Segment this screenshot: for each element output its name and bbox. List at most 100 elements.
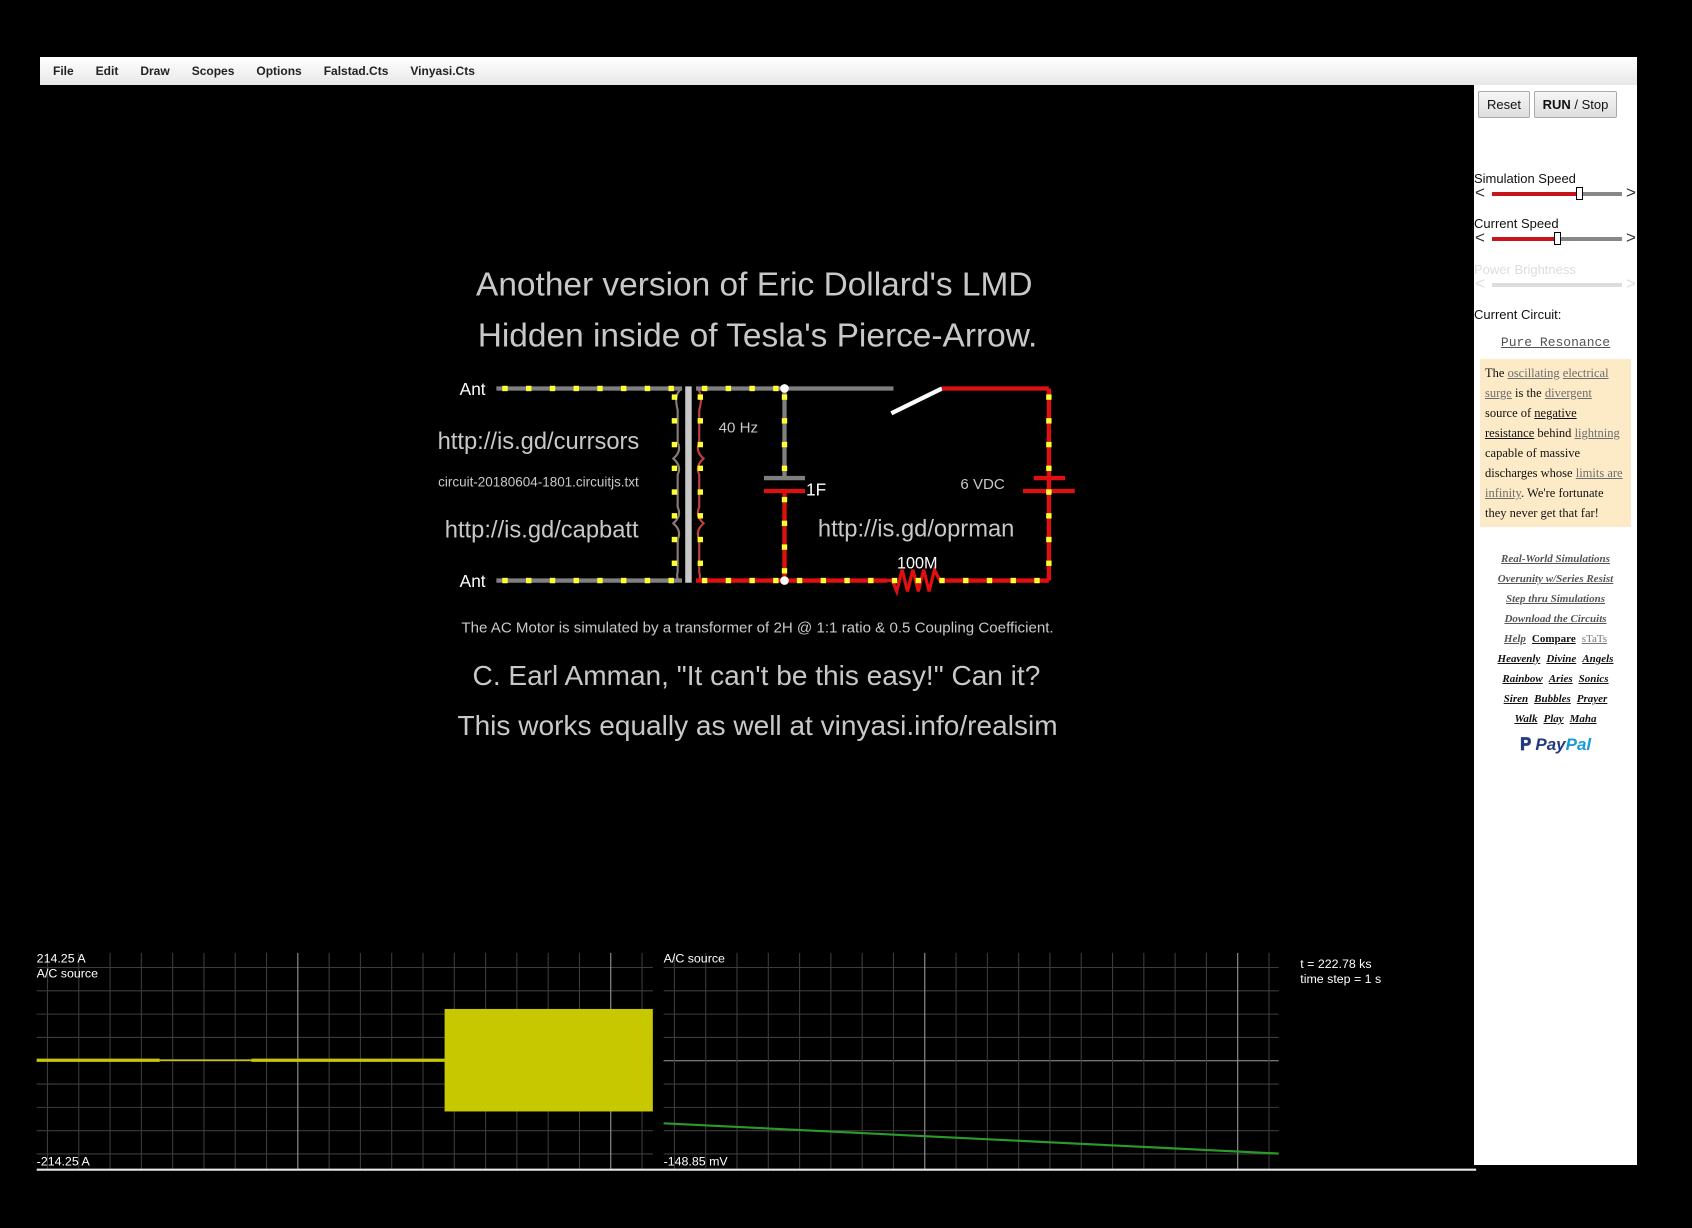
current-dot bbox=[697, 560, 704, 566]
current-dot bbox=[597, 385, 603, 392]
scope-2[interactable] bbox=[663, 952, 1279, 1169]
link-divine[interactable]: Divine bbox=[1546, 653, 1576, 665]
current-dot bbox=[697, 418, 704, 424]
note-ac-motor: The AC Motor is simulated by a transform… bbox=[461, 619, 1053, 636]
menu-vinyasi-cts[interactable]: Vinyasi.Cts bbox=[399, 64, 485, 78]
scope-2-name: A/C source bbox=[664, 952, 725, 966]
circuit-filename: circuit-20180604-1801.circuitjs.txt bbox=[438, 475, 639, 490]
current-dot bbox=[573, 385, 579, 392]
link-prayer[interactable]: Prayer bbox=[1577, 693, 1608, 705]
side-panel: Reset RUN / Stop Simulation Speed < > Cu… bbox=[1474, 85, 1637, 1165]
quote-text: C. Earl Amman, "It can't be this easy!" … bbox=[473, 660, 1041, 691]
slider-thumb[interactable] bbox=[1554, 232, 1561, 245]
current-dot bbox=[781, 544, 788, 550]
link-step-thru-simulations[interactable]: Step thru Simulations bbox=[1506, 593, 1605, 605]
scope-2-trace bbox=[663, 1122, 1279, 1155]
current-dot bbox=[1034, 577, 1040, 584]
title-line-2: Hidden inside of Tesla's Pierce-Arrow. bbox=[478, 317, 1038, 354]
menu-options[interactable]: Options bbox=[245, 64, 312, 78]
circuit-title-link[interactable]: Pure Resonance bbox=[1474, 335, 1637, 350]
current-dot bbox=[781, 441, 788, 448]
current-dot bbox=[671, 418, 678, 424]
node-bottom[interactable] bbox=[780, 576, 789, 585]
chevron-right-icon[interactable]: > bbox=[1626, 228, 1636, 248]
link-bubbles[interactable]: Bubbles bbox=[1534, 693, 1571, 705]
menu-draw[interactable]: Draw bbox=[129, 64, 180, 78]
link-play[interactable]: Play bbox=[1543, 713, 1563, 725]
label-capacitor: 1F bbox=[806, 479, 826, 499]
menu-file[interactable]: File bbox=[40, 64, 85, 78]
scope-2-min: -148.85 mV bbox=[664, 1154, 729, 1168]
link-aries[interactable]: Aries bbox=[1549, 673, 1573, 685]
current-dot bbox=[781, 568, 788, 574]
scope-1-min: -214.25 A bbox=[37, 1154, 91, 1168]
link-stats[interactable]: sTaTs bbox=[1582, 633, 1607, 645]
links-row: Heavenly Divine Angels bbox=[1474, 649, 1637, 669]
node-top[interactable] bbox=[780, 384, 789, 393]
link-overunity-w-series-resist[interactable]: Overunity w/Series Resist bbox=[1498, 573, 1614, 585]
url-capbatt: http://is.gd/capbatt bbox=[445, 517, 639, 543]
current-speed-label: Current Speed bbox=[1474, 216, 1559, 231]
current-dot bbox=[668, 577, 674, 584]
current-speed-slider[interactable]: < > bbox=[1474, 228, 1637, 248]
url-oprman: http://is.gd/oprman bbox=[818, 516, 1014, 542]
link-walk[interactable]: Walk bbox=[1514, 713, 1537, 725]
current-dot bbox=[644, 385, 651, 392]
power-brightness-slider: < > bbox=[1474, 274, 1637, 293]
circuit-canvas[interactable]: Another version of Eric Dollard's LMD Hi… bbox=[0, 0, 1692, 1228]
power-brightness-label: Power Brightness bbox=[1474, 262, 1576, 277]
link-rainbow[interactable]: Rainbow bbox=[1502, 673, 1542, 685]
current-dot bbox=[781, 520, 788, 527]
description-link[interactable]: lightning bbox=[1575, 426, 1620, 440]
menu-scopes[interactable]: Scopes bbox=[181, 64, 246, 78]
current-dot bbox=[573, 577, 579, 584]
link-angels[interactable]: Angels bbox=[1582, 653, 1613, 665]
reset-button[interactable]: Reset bbox=[1478, 91, 1530, 118]
link-maha[interactable]: Maha bbox=[1570, 713, 1597, 725]
current-dot bbox=[644, 577, 651, 584]
menu-falstad-cts[interactable]: Falstad.Cts bbox=[313, 64, 400, 78]
link-real-world-simulations[interactable]: Real-World Simulations bbox=[1501, 553, 1610, 565]
current-dot bbox=[868, 577, 874, 584]
menu-edit[interactable]: Edit bbox=[85, 64, 130, 78]
links-row: Siren Bubbles Prayer bbox=[1474, 689, 1637, 709]
sim-speed-label: Simulation Speed bbox=[1474, 171, 1576, 186]
current-dot bbox=[1010, 577, 1016, 584]
description-link[interactable]: divergent bbox=[1545, 386, 1592, 400]
label-ant-bottom: Ant bbox=[460, 571, 486, 591]
chevron-left-icon[interactable]: < bbox=[1475, 228, 1485, 248]
slider-thumb[interactable] bbox=[1576, 187, 1584, 200]
current-dot bbox=[1046, 560, 1052, 566]
paypal-pay: Pay bbox=[1535, 735, 1566, 754]
current-dot bbox=[549, 385, 556, 392]
current-dot bbox=[844, 577, 850, 584]
chevron-right-icon[interactable]: > bbox=[1626, 183, 1636, 203]
scope-1-max: 214.25 A bbox=[37, 952, 87, 966]
current-dot bbox=[671, 513, 678, 519]
sim-speed-slider[interactable]: < > bbox=[1474, 183, 1637, 203]
link-sonics[interactable]: Sonics bbox=[1579, 673, 1609, 685]
current-dot bbox=[671, 441, 678, 448]
link-heavenly[interactable]: Heavenly bbox=[1498, 653, 1541, 665]
circuit-description: The oscillating electrical surge is the … bbox=[1480, 359, 1631, 527]
description-link[interactable]: oscillating bbox=[1508, 366, 1560, 380]
link-help[interactable]: Help bbox=[1504, 633, 1526, 645]
current-dot bbox=[939, 577, 945, 584]
link-compare[interactable]: Compare bbox=[1532, 633, 1576, 645]
switch[interactable] bbox=[890, 386, 943, 416]
current-dot bbox=[796, 577, 803, 584]
chevron-left-icon[interactable]: < bbox=[1475, 183, 1485, 203]
run-stop-button[interactable]: RUN / Stop bbox=[1534, 91, 1617, 118]
current-dot bbox=[1046, 465, 1052, 472]
link-download-the-circuits[interactable]: Download the Circuits bbox=[1504, 613, 1606, 625]
current-dot bbox=[621, 577, 627, 584]
label-frequency: 40 Hz bbox=[719, 420, 758, 437]
current-dot bbox=[749, 385, 755, 392]
current-dot bbox=[701, 385, 708, 392]
link-siren[interactable]: Siren bbox=[1504, 693, 1528, 705]
transformer-secondary-coil bbox=[696, 387, 706, 582]
footer-text: This works equally as well at vinyasi.in… bbox=[457, 710, 1057, 741]
paypal-button[interactable]: 𝐏 PayPal bbox=[1474, 735, 1637, 755]
current-dot bbox=[725, 385, 732, 392]
description-text: The bbox=[1485, 366, 1508, 380]
